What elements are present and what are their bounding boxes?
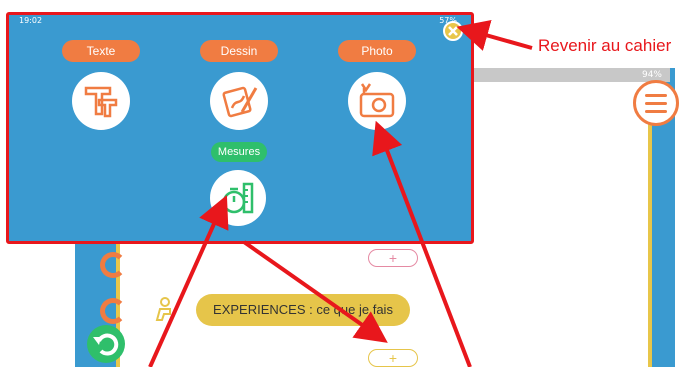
annotation-arrow <box>148 195 229 367</box>
annotation-arrows <box>148 20 533 367</box>
annotation-arrow <box>456 20 533 51</box>
annotation-arrow <box>372 120 472 367</box>
annotation-arrow <box>242 240 388 343</box>
